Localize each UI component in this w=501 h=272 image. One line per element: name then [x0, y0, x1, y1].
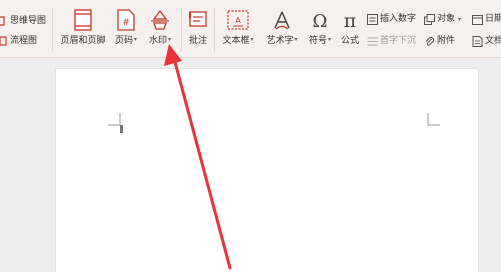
textbox-button[interactable]: A 文本框 ▾: [219, 8, 257, 47]
textbox-label: 文本框: [222, 36, 250, 46]
ribbon-separator: [52, 8, 53, 52]
chevron-down-icon: ▾: [250, 36, 254, 43]
mindmap-label: 思维导图: [10, 16, 47, 26]
object-label: 对象: [437, 14, 456, 24]
page-margin-marks: [108, 113, 440, 133]
watermark-button[interactable]: 水印 ▾: [146, 8, 174, 47]
ribbon-separator: [181, 8, 182, 52]
header-footer-icon: [74, 9, 92, 31]
watermark-icon: [151, 9, 169, 30]
dropcap-button: 首字下沉: [367, 34, 416, 48]
watermark-label: 水印: [148, 36, 167, 46]
page-number-icon: #: [117, 9, 135, 31]
comment-icon: [189, 11, 207, 27]
chevron-down-icon: ▾: [168, 36, 172, 43]
insert-number-icon: [367, 13, 378, 25]
mindmap-button[interactable]: 思维导图: [0, 14, 46, 28]
insert-number-button[interactable]: 插入数字: [367, 12, 416, 26]
insert-ribbon: 思维导图 流程图 页眉和页脚 # 页码 ▾ 水印 ▾ 批注 A 文本框 ▾ 艺术…: [0, 0, 501, 58]
header-footer-label: 页眉和页脚: [60, 36, 106, 46]
formula-button[interactable]: π 公式: [339, 8, 361, 47]
object-icon: [424, 13, 435, 25]
svg-text:π: π: [344, 10, 357, 30]
wordart-icon: [274, 11, 290, 30]
document-page[interactable]: [55, 68, 479, 272]
textbox-icon: A: [227, 10, 249, 30]
symbol-label: 符号: [308, 36, 327, 46]
symbol-button[interactable]: Ω 符号 ▾: [306, 8, 334, 47]
chevron-down-icon: ▾: [294, 36, 298, 43]
comment-button[interactable]: 批注: [186, 8, 210, 47]
flowchart-label: 流程图: [10, 36, 38, 46]
ribbon-separator: [214, 8, 215, 52]
date-label: 日期: [485, 14, 501, 24]
attachment-button[interactable]: 附件: [424, 34, 455, 48]
date-button[interactable]: 日期: [472, 12, 501, 26]
text-cursor: [120, 125, 123, 133]
dropcap-icon: [367, 37, 378, 45]
mindmap-icon: [0, 16, 5, 26]
dropcap-label: 首字下沉: [380, 36, 417, 46]
formula-label: 公式: [340, 36, 359, 46]
page-number-button[interactable]: # 页码 ▾: [112, 8, 140, 47]
wordart-button[interactable]: 艺术字 ▾: [263, 8, 301, 47]
chevron-down-icon: ▾: [328, 36, 332, 43]
doc-part-button[interactable]: 文档: [472, 34, 501, 48]
paperclip-icon: [425, 36, 434, 46]
omega-icon: Ω: [313, 11, 328, 30]
flowchart-button[interactable]: 流程图: [0, 34, 37, 48]
document-icon: [472, 35, 483, 47]
pi-icon: π: [344, 10, 357, 30]
svg-text:Ω: Ω: [313, 11, 328, 30]
attachment-label: 附件: [437, 36, 456, 46]
insert-number-label: 插入数字: [380, 14, 417, 24]
svg-text:A: A: [235, 16, 241, 25]
header-footer-button[interactable]: 页眉和页脚: [60, 8, 106, 47]
chevron-down-icon: ▾: [134, 36, 138, 43]
doc-part-label: 文档: [485, 36, 501, 46]
date-icon: [472, 14, 483, 25]
flowchart-icon: [0, 36, 7, 46]
page-number-label: 页码: [114, 36, 133, 46]
object-button[interactable]: 对象 ▾: [424, 12, 461, 26]
comment-label: 批注: [188, 36, 207, 46]
wordart-label: 艺术字: [266, 36, 294, 46]
svg-text:#: #: [122, 18, 130, 28]
chevron-down-icon: ▾: [458, 15, 462, 23]
